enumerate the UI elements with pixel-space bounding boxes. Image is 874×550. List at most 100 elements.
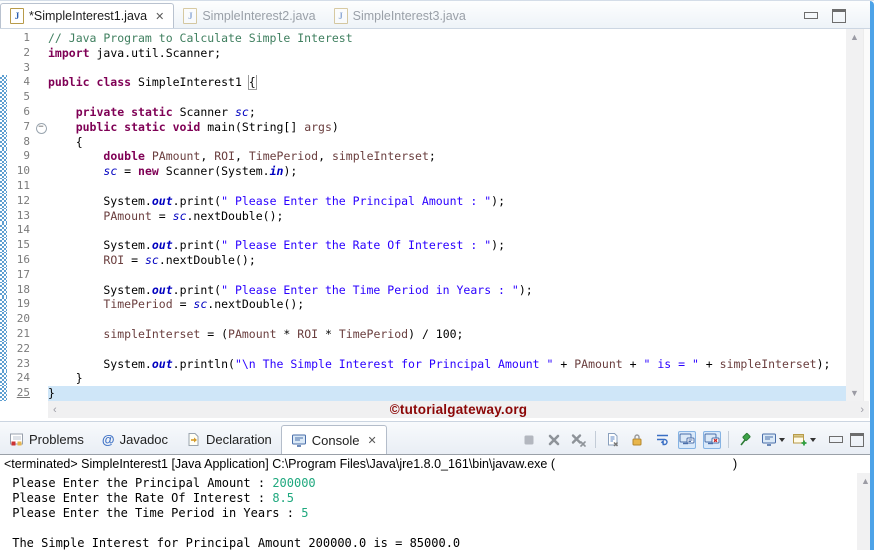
line-number[interactable]: 3 <box>7 61 34 76</box>
editor-horizontal-scrollbar[interactable]: ‹ ©tutorialgateway.org › <box>48 401 869 418</box>
line-number[interactable]: 16 <box>7 253 34 268</box>
show-console-stderr-button[interactable] <box>703 430 721 449</box>
tab-console[interactable]: Console ✕ <box>280 425 387 454</box>
tab-simpleinterest1[interactable]: J *SimpleInterest1.java ✕ <box>0 3 175 28</box>
line-number[interactable]: 25 <box>7 386 34 401</box>
code-text[interactable]: System.out.println("\n The Simple Intere… <box>48 357 846 372</box>
console-status-line: <terminated> SimpleInterest1 [Java Appli… <box>0 454 874 473</box>
code-text[interactable]: public class SimpleInterest1 { <box>48 75 846 91</box>
open-console-button[interactable] <box>792 432 816 447</box>
code-line: 12 System.out.print(" Please Enter the P… <box>0 193 846 209</box>
quick-diff-indicator <box>0 75 7 91</box>
quick-diff-indicator <box>0 208 7 224</box>
line-number[interactable]: 11 <box>7 179 34 194</box>
code-text[interactable]: } <box>48 386 846 401</box>
tab-close-icon[interactable]: ✕ <box>368 434 377 447</box>
tab-javadoc[interactable]: @ Javadoc <box>93 425 177 454</box>
display-selected-console-button[interactable] <box>761 432 785 447</box>
watermark: ©tutorialgateway.org <box>389 402 528 417</box>
line-number[interactable]: 8 <box>7 135 34 150</box>
line-number[interactable]: 5 <box>7 90 34 105</box>
tab-simpleinterest2[interactable]: J SimpleInterest2.java <box>174 3 324 28</box>
line-number[interactable]: 12 <box>7 194 34 209</box>
code-text[interactable] <box>48 342 846 357</box>
tab-problems[interactable]: Problems <box>0 425 93 454</box>
line-number[interactable]: 13 <box>7 209 34 224</box>
fold-column <box>34 327 48 342</box>
scroll-lock-icon[interactable] <box>628 431 646 449</box>
line-number[interactable]: 17 <box>7 268 34 283</box>
code-text[interactable]: } <box>48 371 846 386</box>
scroll-up-icon[interactable]: ▲ <box>861 476 870 486</box>
line-number[interactable]: 10 <box>7 164 34 179</box>
editor-tabbar: J *SimpleInterest1.java ✕ J SimpleIntere… <box>0 1 874 29</box>
code-editor[interactable]: 1 // Java Program to Calculate Simple Int… <box>0 29 846 401</box>
line-number[interactable]: 23 <box>7 357 34 372</box>
code-text[interactable]: double PAmount, ROI, TimePeriod, simpleI… <box>48 149 846 164</box>
line-number[interactable]: 2 <box>7 46 34 61</box>
code-text[interactable]: TimePeriod = sc.nextDouble(); <box>48 297 846 312</box>
line-number[interactable]: 19 <box>7 297 34 312</box>
code-text[interactable]: sc = new Scanner(System.in); <box>48 164 846 179</box>
tab-declaration[interactable]: Declaration <box>177 425 281 454</box>
remove-all-terminated-button[interactable] <box>570 431 588 449</box>
quick-diff-indicator <box>0 46 7 61</box>
line-number[interactable]: 7 <box>7 120 34 135</box>
tab-label: Problems <box>29 432 84 447</box>
line-number[interactable]: 22 <box>7 342 34 357</box>
maximize-view-icon[interactable] <box>850 432 864 447</box>
line-number[interactable]: 18 <box>7 283 34 298</box>
minimize-view-icon[interactable] <box>829 436 843 443</box>
code-text[interactable]: private static Scanner sc; <box>48 105 846 120</box>
console-output-area[interactable]: Please Enter the Principal Amount : 2000… <box>0 473 874 550</box>
code-text[interactable] <box>48 179 846 194</box>
code-line: 20 <box>0 312 846 327</box>
fold-column <box>34 209 48 224</box>
word-wrap-icon[interactable] <box>653 431 671 449</box>
code-text[interactable]: System.out.print(" Please Enter the Time… <box>48 283 846 298</box>
fold-column <box>34 179 48 194</box>
code-text[interactable]: System.out.print(" Please Enter the Rate… <box>48 238 846 253</box>
code-text[interactable]: import java.util.Scanner; <box>48 46 846 61</box>
code-text[interactable] <box>48 90 846 105</box>
line-number[interactable]: 20 <box>7 312 34 327</box>
scroll-up-icon[interactable]: ▲ <box>850 32 859 42</box>
line-number[interactable]: 6 <box>7 105 34 120</box>
line-number[interactable]: 4 <box>7 75 34 90</box>
show-console-stdout-button[interactable] <box>678 430 696 449</box>
code-text[interactable] <box>48 312 846 327</box>
editor-vertical-scrollbar[interactable]: ▲ ▼ <box>846 29 863 401</box>
remove-launch-button[interactable] <box>545 431 563 449</box>
tab-close-icon[interactable]: ✕ <box>155 10 164 23</box>
line-number[interactable]: 21 <box>7 327 34 342</box>
code-text[interactable]: simpleInterset = (PAmount * ROI * TimePe… <box>48 327 846 342</box>
chevron-down-icon <box>779 437 785 442</box>
code-text[interactable]: public static void main(String[] args) <box>48 120 846 135</box>
tab-simpleinterest3[interactable]: J SimpleInterest3.java <box>325 3 475 28</box>
code-lines: 1 // Java Program to Calculate Simple Int… <box>0 31 846 401</box>
code-line: 15 System.out.print(" Please Enter the R… <box>0 238 846 253</box>
code-line: 6 private static Scanner sc; <box>0 104 846 120</box>
code-text[interactable]: PAmount = sc.nextDouble(); <box>48 209 846 224</box>
line-number[interactable]: 15 <box>7 238 34 253</box>
pin-console-button[interactable] <box>736 431 754 449</box>
code-text[interactable]: { <box>48 135 846 150</box>
maximize-icon[interactable] <box>832 8 846 23</box>
line-number[interactable]: 24 <box>7 371 34 386</box>
line-number[interactable]: 1 <box>7 31 34 46</box>
fold-collapse-icon[interactable]: − <box>34 120 48 135</box>
code-text[interactable]: System.out.print(" Please Enter the Prin… <box>48 194 846 209</box>
scroll-down-icon[interactable]: ▼ <box>850 388 859 398</box>
clear-console-button[interactable] <box>603 431 621 449</box>
code-text[interactable] <box>48 223 846 238</box>
code-text[interactable]: ROI = sc.nextDouble(); <box>48 253 846 268</box>
line-number[interactable]: 9 <box>7 149 34 164</box>
code-text[interactable]: // Java Program to Calculate Simple Inte… <box>48 31 846 46</box>
terminate-button[interactable] <box>520 431 538 449</box>
code-text[interactable] <box>48 61 846 76</box>
quick-diff-indicator <box>0 326 7 342</box>
fold-column <box>34 297 48 312</box>
line-number[interactable]: 14 <box>7 223 34 238</box>
code-text[interactable] <box>48 268 846 283</box>
minimize-icon[interactable] <box>804 12 818 19</box>
